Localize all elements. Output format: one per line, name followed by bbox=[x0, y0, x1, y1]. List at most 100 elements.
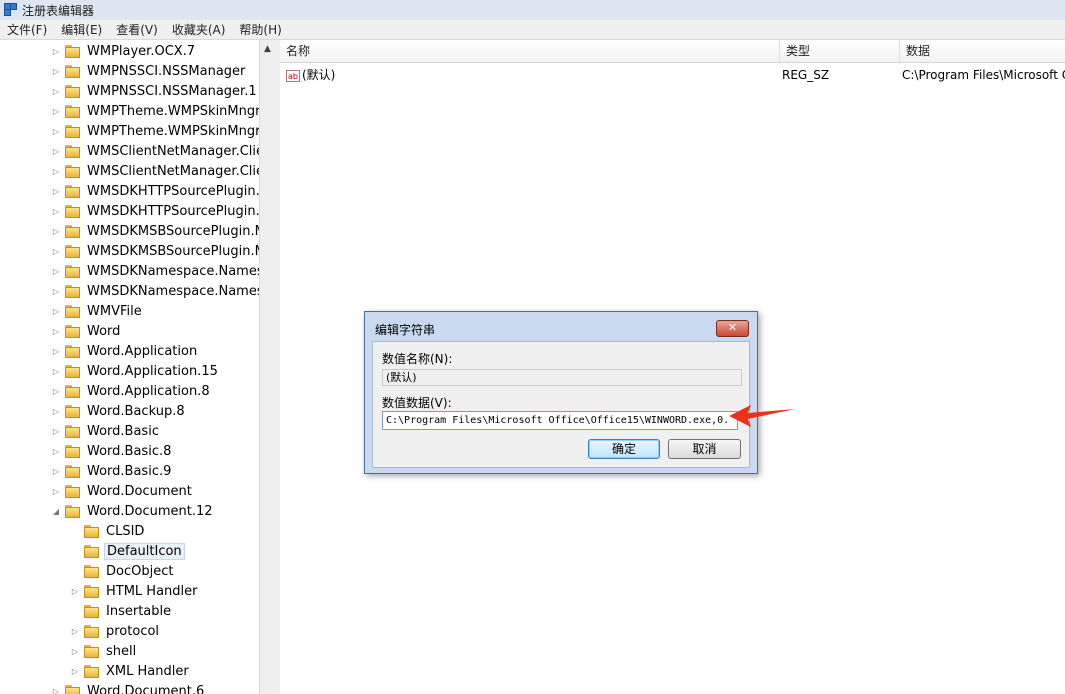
tree-item[interactable]: ▷ WMPTheme.WMPSkinMngr.1 bbox=[51, 121, 259, 141]
menu-help[interactable]: 帮助(H) bbox=[232, 21, 288, 38]
expand-arrow-icon[interactable]: ▷ bbox=[51, 181, 61, 201]
expand-arrow-icon[interactable]: ▷ bbox=[51, 321, 61, 341]
folder-icon bbox=[65, 444, 81, 458]
red-arrow-annotation bbox=[729, 405, 795, 427]
expand-arrow-icon[interactable]: ▷ bbox=[70, 641, 80, 661]
expand-arrow-icon[interactable]: ▷ bbox=[51, 141, 61, 161]
tree-item-label: WMPTheme.WMPSkinMngr bbox=[87, 103, 259, 119]
tree-item[interactable]: ▷ HTML Handler bbox=[70, 581, 200, 601]
folder-icon bbox=[65, 264, 81, 278]
folder-icon bbox=[65, 44, 81, 58]
tree-item[interactable]: ▷ WMPlayer.OCX.7 bbox=[51, 41, 197, 61]
expand-arrow-icon[interactable]: ▷ bbox=[51, 281, 61, 301]
menu-edit[interactable]: 编辑(E) bbox=[54, 21, 109, 38]
expand-arrow-icon[interactable]: ▷ bbox=[51, 461, 61, 481]
tree-item[interactable]: ▷ protocol bbox=[70, 621, 161, 641]
tree-item-label: WMSDKHTTPSourcePlugin.HT bbox=[87, 203, 259, 219]
expand-arrow-icon[interactable]: ▷ bbox=[51, 221, 61, 241]
tree-item[interactable]: ▷ WMSClientNetManager.Client bbox=[51, 161, 259, 181]
expand-arrow-icon[interactable]: ▷ bbox=[51, 61, 61, 81]
expand-arrow-icon[interactable]: ▷ bbox=[51, 261, 61, 281]
ok-button[interactable]: 确定 bbox=[588, 439, 660, 459]
tree-item[interactable]: DefaultIcon bbox=[70, 541, 185, 561]
expand-arrow-icon[interactable]: ▷ bbox=[51, 41, 61, 61]
tree-item[interactable]: ▷ WMSClientNetManager.Client bbox=[51, 141, 259, 161]
tree-item[interactable]: ▷ Word.Document bbox=[51, 481, 194, 501]
tree-item[interactable]: ▷ WMPNSSCI.NSSManager bbox=[51, 61, 247, 81]
expand-arrow-icon[interactable]: ▷ bbox=[70, 621, 80, 641]
expand-arrow-icon[interactable]: ▷ bbox=[51, 341, 61, 361]
scroll-up-icon[interactable]: ▲ bbox=[264, 44, 271, 54]
column-type[interactable]: 类型 bbox=[780, 40, 900, 62]
tree-item[interactable]: ▷ WMSDKMSBSourcePlugin.MS bbox=[51, 241, 259, 261]
menu-view[interactable]: 查看(V) bbox=[109, 21, 165, 38]
expand-arrow-icon[interactable]: ▷ bbox=[51, 201, 61, 221]
column-name[interactable]: 名称 bbox=[280, 40, 780, 62]
tree-item[interactable]: ▷ shell bbox=[70, 641, 138, 661]
cancel-button[interactable]: 取消 bbox=[668, 439, 741, 459]
close-icon[interactable]: ✕ bbox=[716, 320, 749, 337]
list-row[interactable]: ab (默认) REG_SZ C:\Program Files\Microsoft… bbox=[280, 65, 1065, 85]
expand-arrow-icon[interactable]: ▷ bbox=[51, 361, 61, 381]
expand-arrow-icon[interactable]: ▷ bbox=[70, 581, 80, 601]
tree-item[interactable]: ▷ XML Handler bbox=[70, 661, 191, 681]
menu-favorites[interactable]: 收藏夹(A) bbox=[165, 21, 233, 38]
tree-item[interactable]: CLSID bbox=[70, 521, 146, 541]
value-data-input[interactable]: C:\Program Files\Microsoft Office\Office… bbox=[382, 411, 738, 430]
tree-item-label: WMVFile bbox=[87, 303, 142, 319]
tree-item[interactable]: ▷ Word.Application.8 bbox=[51, 381, 212, 401]
expand-arrow-icon[interactable]: ▷ bbox=[51, 381, 61, 401]
tree-item[interactable]: ▷ Word.Basic.9 bbox=[51, 461, 173, 481]
tree-item[interactable]: ▷ Word.Document.6 bbox=[51, 681, 206, 694]
tree-item[interactable]: ▷ WMSDKHTTPSourcePlugin.HT bbox=[51, 201, 259, 221]
tree-item[interactable]: ▷ WMPTheme.WMPSkinMngr bbox=[51, 101, 259, 121]
expand-arrow-icon[interactable]: ▷ bbox=[51, 441, 61, 461]
expand-arrow-icon[interactable]: ▷ bbox=[51, 401, 61, 421]
registry-tree[interactable]: ▷ WMPlayer.OCX.7 ▷ WMPNSSCI.NSSManager ▷ WMPN… bbox=[0, 40, 259, 694]
tree-item-label: WMSClientNetManager.Client bbox=[87, 163, 259, 179]
folder-icon bbox=[84, 604, 100, 618]
folder-icon bbox=[65, 484, 81, 498]
expand-arrow-icon[interactable]: ▷ bbox=[51, 421, 61, 441]
tree-item[interactable]: ▷ Word.Basic bbox=[51, 421, 161, 441]
tree-item[interactable]: ▷ WMPNSSCI.NSSManager.1 bbox=[51, 81, 259, 101]
tree-item[interactable]: ▷ Word.Basic.8 bbox=[51, 441, 173, 461]
tree-item[interactable]: DocObject bbox=[70, 561, 175, 581]
expand-arrow-icon[interactable]: ▷ bbox=[51, 241, 61, 261]
tree-item[interactable]: ▷ WMSDKNamespace.Namespa bbox=[51, 281, 259, 301]
folder-icon bbox=[65, 204, 81, 218]
folder-icon bbox=[65, 124, 81, 138]
tree-item[interactable]: ▷ Word.Backup.8 bbox=[51, 401, 187, 421]
folder-icon bbox=[65, 244, 81, 258]
tree-item[interactable]: ▷ Word.Application bbox=[51, 341, 199, 361]
tree-item[interactable]: Insertable bbox=[70, 601, 173, 621]
expand-arrow-icon[interactable]: ▷ bbox=[51, 681, 61, 694]
tree-item-label: HTML Handler bbox=[106, 583, 198, 599]
expand-arrow-icon[interactable]: ▷ bbox=[51, 101, 61, 121]
tree-item-label: WMSDKNamespace.Namespa bbox=[87, 283, 259, 299]
menu-file[interactable]: 文件(F) bbox=[0, 21, 54, 38]
tree-item-label: WMSDKMSBSourcePlugin.MS bbox=[87, 243, 259, 259]
expand-arrow-icon[interactable]: ▷ bbox=[51, 481, 61, 501]
expand-arrow-icon[interactable]: ▷ bbox=[51, 301, 61, 321]
tree-item-label: WMPNSSCI.NSSManager bbox=[87, 63, 246, 79]
string-value-icon: ab bbox=[286, 69, 300, 82]
expand-arrow-icon[interactable]: ▷ bbox=[70, 661, 80, 681]
column-data[interactable]: 数据 bbox=[900, 40, 1065, 62]
expand-arrow-icon[interactable]: ▷ bbox=[51, 121, 61, 141]
value-name-cell: ab (默认) bbox=[286, 65, 776, 85]
collapse-arrow-icon[interactable]: ◢ bbox=[51, 501, 61, 521]
tree-item-label: Insertable bbox=[106, 603, 172, 619]
tree-item[interactable]: ▷ Word bbox=[51, 321, 122, 341]
tree-scrollbar[interactable]: ▲ bbox=[259, 40, 277, 694]
expand-arrow-icon[interactable]: ▷ bbox=[51, 161, 61, 181]
menu-bar: 文件(F) 编辑(E) 查看(V) 收藏夹(A) 帮助(H) bbox=[0, 20, 1065, 40]
tree-item[interactable]: ◢ Word.Document.12 bbox=[51, 501, 215, 521]
tree-item[interactable]: ▷ Word.Application.15 bbox=[51, 361, 220, 381]
tree-item[interactable]: ▷ WMSDKHTTPSourcePlugin.HT bbox=[51, 181, 259, 201]
tree-item[interactable]: ▷ WMSDKNamespace.Namespa bbox=[51, 261, 259, 281]
tree-item[interactable]: ▷ WMVFile bbox=[51, 301, 144, 321]
expand-arrow-icon[interactable]: ▷ bbox=[51, 81, 61, 101]
tree-item[interactable]: ▷ WMSDKMSBSourcePlugin.MS bbox=[51, 221, 259, 241]
